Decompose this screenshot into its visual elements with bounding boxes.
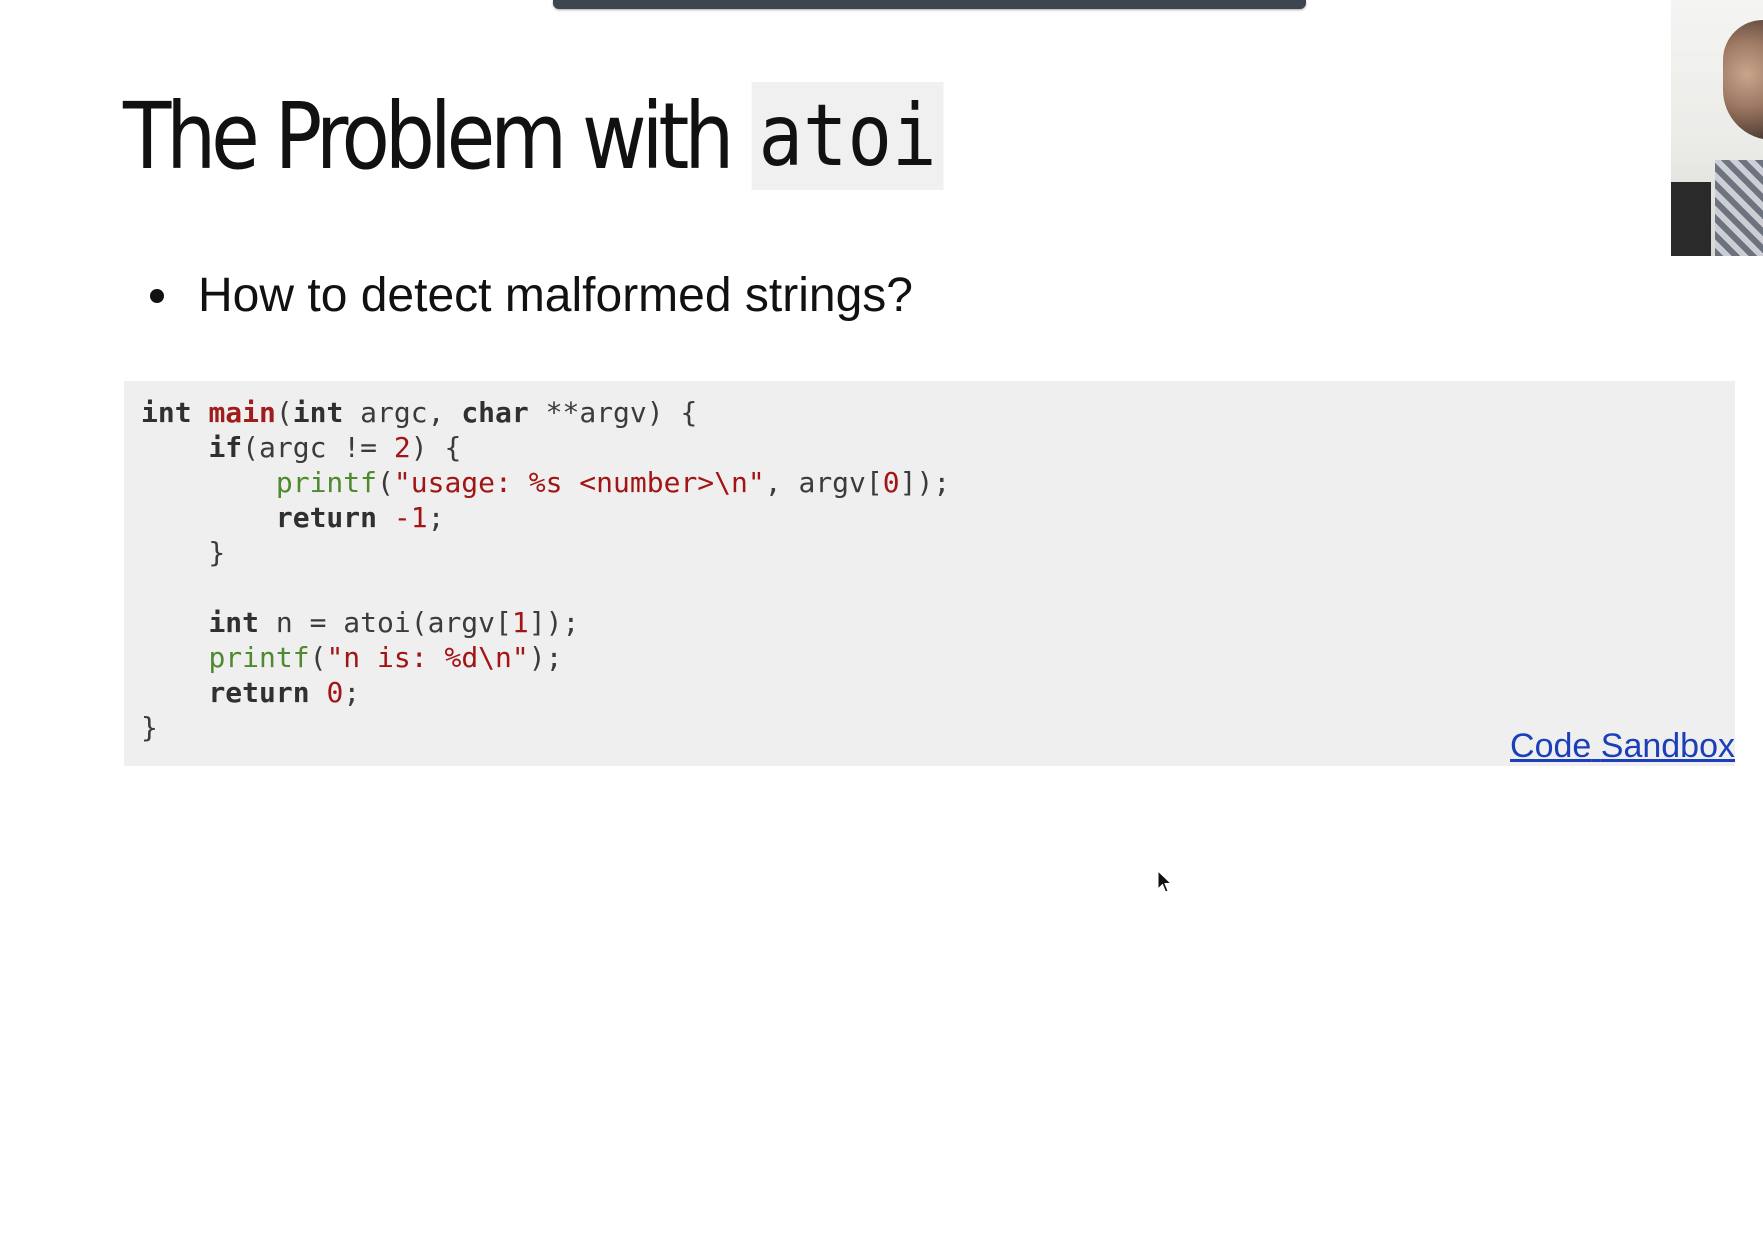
- webcam-presenter-head: [1723, 20, 1763, 140]
- code-line-2: if(argc != 2) {: [208, 431, 462, 464]
- webcam-background-object: [1671, 182, 1711, 256]
- code-line-5: }: [141, 536, 226, 569]
- code-line-1: int main(int argc, char **argv) {: [141, 396, 698, 429]
- code-line-9: return 0;: [208, 676, 361, 709]
- sandbox-link-word[interactable]: Sandbox: [1601, 727, 1735, 765]
- slide-title-code: atoi: [751, 82, 944, 190]
- bullet-item: How to detect malformed strings?: [150, 268, 913, 323]
- code-line-10: }: [141, 711, 158, 744]
- code-link-word[interactable]: Code: [1510, 727, 1591, 765]
- code-line-3: printf("usage: %s <number>\n", argv[0]);: [275, 466, 951, 499]
- bullet-text: How to detect malformed strings?: [198, 269, 913, 322]
- presenter-webcam: [1671, 0, 1763, 256]
- webcam-presenter-shirt: [1715, 160, 1763, 256]
- mouse-pointer-icon: [1157, 870, 1173, 893]
- slide-title: The Problem with atoi: [123, 80, 944, 192]
- slide-canvas: The Problem with atoi How to detect malf…: [0, 0, 1763, 1234]
- bullet-list: How to detect malformed strings?: [150, 268, 913, 323]
- code-line-8: printf("n is: %d\n");: [208, 641, 563, 674]
- code-block: int main(int argc, char **argv) { if(arg…: [124, 381, 1735, 766]
- bullet-dot-icon: [150, 288, 164, 303]
- code-line-7: int n = atoi(argv[1]);: [208, 606, 580, 639]
- code-lines: int main(int argc, char **argv) { if(arg…: [141, 395, 950, 745]
- slide-title-text: The Problem with: [123, 82, 734, 190]
- code-sandbox-link[interactable]: Code Sandbox: [1510, 726, 1735, 766]
- code-line-4: return -1;: [275, 501, 445, 534]
- presenter-toolbar-strip[interactable]: [553, 0, 1306, 9]
